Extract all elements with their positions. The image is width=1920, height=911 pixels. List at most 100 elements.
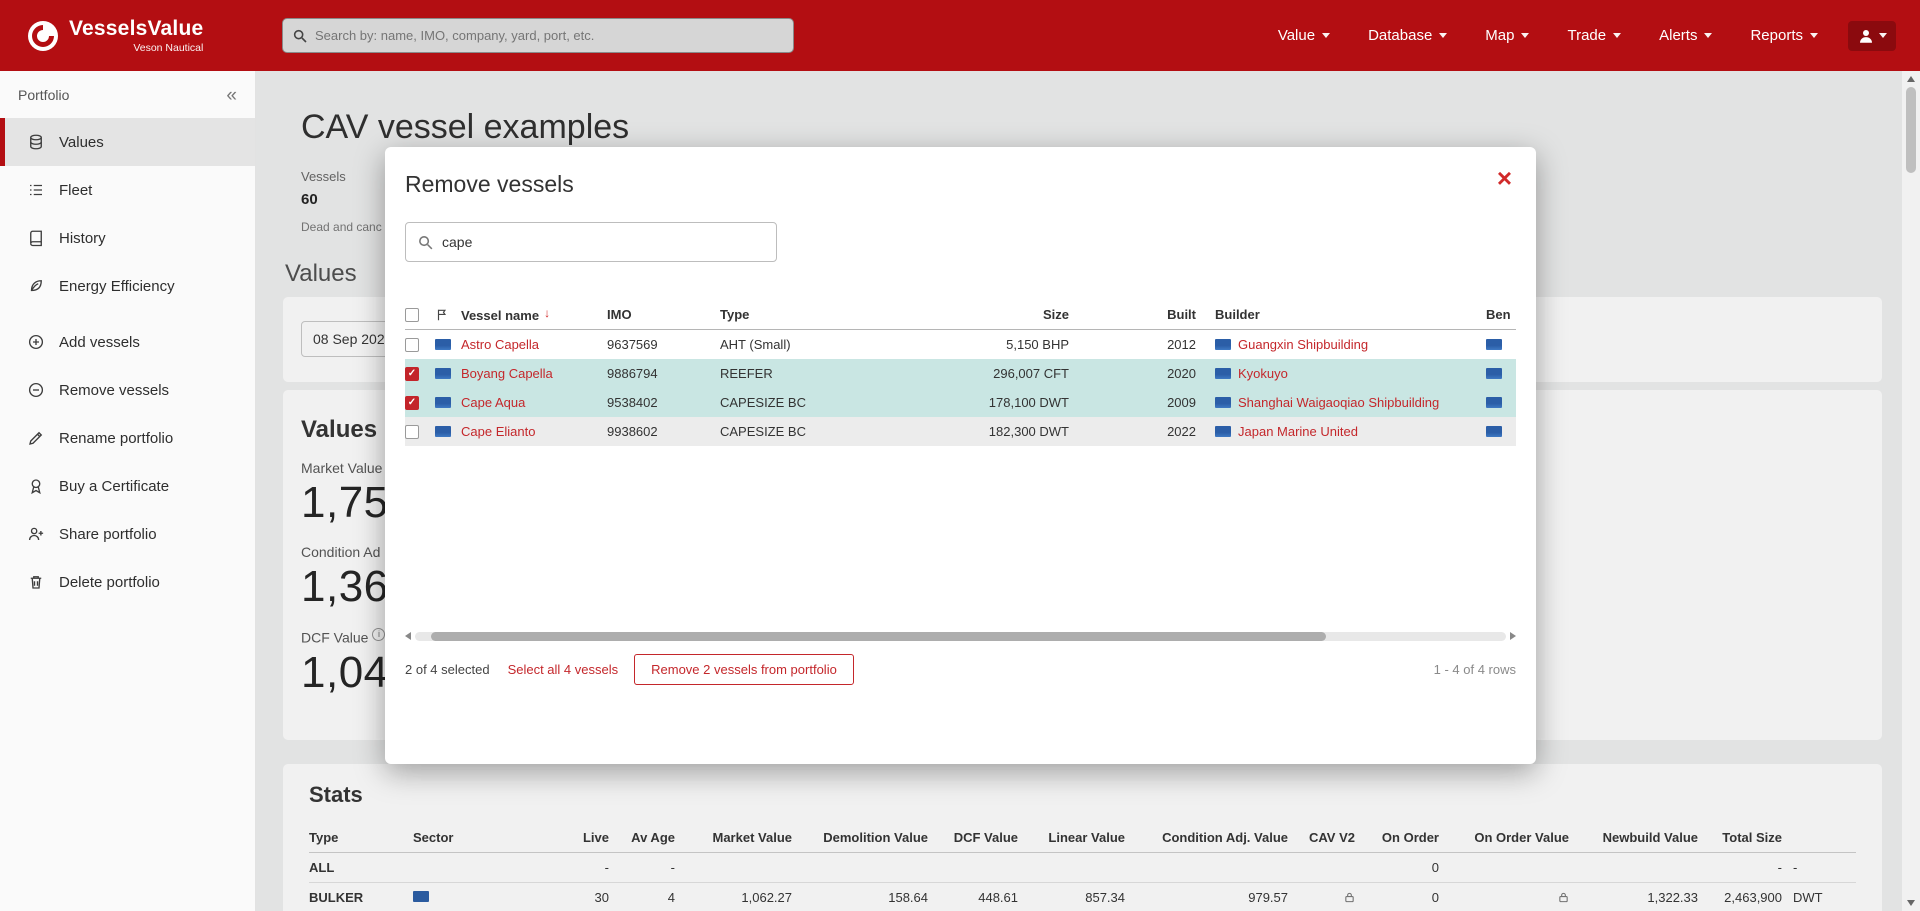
sidebar-item-label: Rename portfolio — [59, 430, 173, 447]
vessel-size: 296,007 CFT — [883, 366, 1069, 381]
nav-map[interactable]: Map — [1485, 27, 1529, 44]
sidebar-item-label: Delete portfolio — [59, 574, 160, 591]
vessel-built: 2020 — [1069, 366, 1196, 381]
vessel-imo: 9538402 — [607, 395, 720, 410]
chevron-down-icon — [1521, 33, 1529, 38]
builder-link[interactable]: Japan Marine United — [1238, 424, 1358, 439]
sidebar-item-fleet[interactable]: Fleet — [0, 166, 255, 214]
global-search-input[interactable] — [283, 28, 793, 43]
stats-row-bulker[interactable]: BULKER 30 4 1,062.27 158.64 448.61 857.3… — [309, 883, 1856, 911]
search-icon — [417, 234, 434, 251]
builder-flag-icon — [1215, 368, 1231, 379]
history-icon — [27, 229, 45, 247]
chevron-down-icon — [1322, 33, 1330, 38]
nav-value[interactable]: Value — [1278, 27, 1330, 44]
sidebar-item-history[interactable]: History — [0, 214, 255, 262]
vessel-row[interactable]: Cape Aqua 9538402 CAPESIZE BC 178,100 DW… — [405, 388, 1516, 417]
sidebar-collapse-icon[interactable]: « — [226, 86, 237, 105]
vessel-name-link[interactable]: Cape Elianto — [461, 424, 535, 439]
sidebar-item-delete-portfolio[interactable]: Delete portfolio — [0, 558, 255, 606]
builder-flag-icon — [1215, 397, 1231, 408]
sidebar-item-label: Buy a Certificate — [59, 478, 169, 495]
vessel-built: 2012 — [1069, 337, 1196, 352]
vessel-imo: 9637569 — [607, 337, 720, 352]
rows-info: 1 - 4 of 4 rows — [1434, 662, 1516, 677]
vessel-search[interactable] — [405, 222, 777, 262]
vessel-flag-icon — [435, 368, 451, 379]
scroll-left-arrow[interactable] — [405, 632, 411, 640]
row-checkbox[interactable] — [405, 338, 419, 352]
sidebar-item-remove-vessels[interactable]: Remove vessels — [0, 366, 255, 414]
sidebar-item-label: Add vessels — [59, 334, 140, 351]
sidebar-item-rename-portfolio[interactable]: Rename portfolio — [0, 414, 255, 462]
sidebar: Portfolio « Values Fleet — [0, 71, 256, 911]
builder-link[interactable]: Guangxin Shipbuilding — [1238, 337, 1368, 352]
builder-link[interactable]: Shanghai Waigaoqiao Shipbuilding — [1238, 395, 1439, 410]
info-icon[interactable]: i — [372, 628, 385, 641]
table-horizontal-scrollbar[interactable] — [405, 630, 1516, 642]
sidebar-item-share-portfolio[interactable]: Share portfolio — [0, 510, 255, 558]
scroll-right-arrow[interactable] — [1510, 632, 1516, 640]
scrollbar-thumb[interactable] — [431, 632, 1326, 641]
row-checkbox[interactable] — [405, 367, 419, 381]
scrollbar-track[interactable] — [415, 632, 1506, 641]
nav-reports[interactable]: Reports — [1750, 27, 1818, 44]
chevron-down-icon — [1704, 33, 1712, 38]
page-scrollbar[interactable] — [1902, 71, 1920, 911]
vessel-search-input[interactable] — [406, 234, 776, 250]
scrollbar-down-arrow[interactable] — [1907, 900, 1915, 906]
user-menu-button[interactable] — [1848, 21, 1896, 51]
nav-trade[interactable]: Trade — [1567, 27, 1621, 44]
vessel-type: CAPESIZE BC — [720, 395, 883, 410]
vessel-size: 182,300 DWT — [883, 424, 1069, 439]
remove-vessels-button[interactable]: Remove 2 vessels from portfolio — [634, 654, 854, 685]
vessel-flag-icon — [435, 339, 451, 350]
remove-vessels-modal: Remove vessels × Vessel name↓ IMO Type S… — [385, 147, 1536, 764]
select-all-link[interactable]: Select all 4 vessels — [508, 662, 619, 677]
sidebar-item-add-vessels[interactable]: Add vessels — [0, 318, 255, 366]
column-vessel-name[interactable]: Vessel name↓ — [461, 306, 607, 323]
column-builder[interactable]: Builder — [1196, 307, 1470, 322]
brand-name: VesselsValue — [69, 17, 203, 40]
selection-count: 2 of 4 selected — [405, 662, 490, 677]
nav-alerts[interactable]: Alerts — [1659, 27, 1712, 44]
scrollbar-thumb[interactable] — [1906, 87, 1916, 173]
column-size[interactable]: Size — [883, 307, 1069, 322]
vessel-built: 2009 — [1069, 395, 1196, 410]
stats-card: Stats Type Sector Live Av Age Market Val… — [283, 764, 1882, 911]
vessel-row[interactable]: Cape Elianto 9938602 CAPESIZE BC 182,300… — [405, 417, 1516, 446]
vessel-table-header: Vessel name↓ IMO Type Size Built Builder… — [405, 300, 1516, 330]
row-checkbox[interactable] — [405, 396, 419, 410]
sidebar-item-energy-efficiency[interactable]: Energy Efficiency — [0, 262, 255, 310]
sidebar-item-buy-certificate[interactable]: Buy a Certificate — [0, 462, 255, 510]
vessel-name-link[interactable]: Astro Capella — [461, 337, 539, 352]
sidebar-item-values[interactable]: Values — [0, 118, 255, 166]
row-checkbox[interactable] — [405, 425, 419, 439]
vessel-size: 5,150 BHP — [883, 337, 1069, 352]
select-all-checkbox[interactable] — [405, 308, 419, 322]
column-imo[interactable]: IMO — [607, 307, 720, 322]
nav-database[interactable]: Database — [1368, 27, 1447, 44]
builder-link[interactable]: Kyokuyo — [1238, 366, 1288, 381]
page-title: CAV vessel examples — [301, 108, 1882, 147]
sidebar-item-label: Values — [59, 134, 104, 151]
stats-row-all[interactable]: ALL - - 0 - - — [309, 853, 1856, 883]
vessel-type: AHT (Small) — [720, 337, 883, 352]
scrollbar-up-arrow[interactable] — [1907, 76, 1915, 82]
vessel-row[interactable]: Boyang Capella 9886794 REEFER 296,007 CF… — [405, 359, 1516, 388]
global-search[interactable] — [282, 18, 794, 53]
main-nav: Value Database Map Trade Alerts Reports — [1278, 27, 1818, 44]
column-type[interactable]: Type — [720, 307, 883, 322]
vessel-name-link[interactable]: Boyang Capella — [461, 366, 553, 381]
column-built[interactable]: Built — [1069, 307, 1196, 322]
close-icon[interactable]: × — [1497, 165, 1512, 191]
sidebar-item-label: Energy Efficiency — [59, 278, 175, 295]
remove-circle-icon — [27, 381, 45, 399]
column-beneficial-owner[interactable]: Ben — [1470, 307, 1512, 322]
vessel-name-link[interactable]: Cape Aqua — [461, 395, 525, 410]
share-user-icon — [27, 525, 45, 543]
vessel-row[interactable]: Astro Capella 9637569 AHT (Small) 5,150 … — [405, 330, 1516, 359]
trash-icon — [27, 573, 45, 591]
chevron-down-icon — [1613, 33, 1621, 38]
brand[interactable]: VesselsValue Veson Nautical — [0, 17, 256, 54]
